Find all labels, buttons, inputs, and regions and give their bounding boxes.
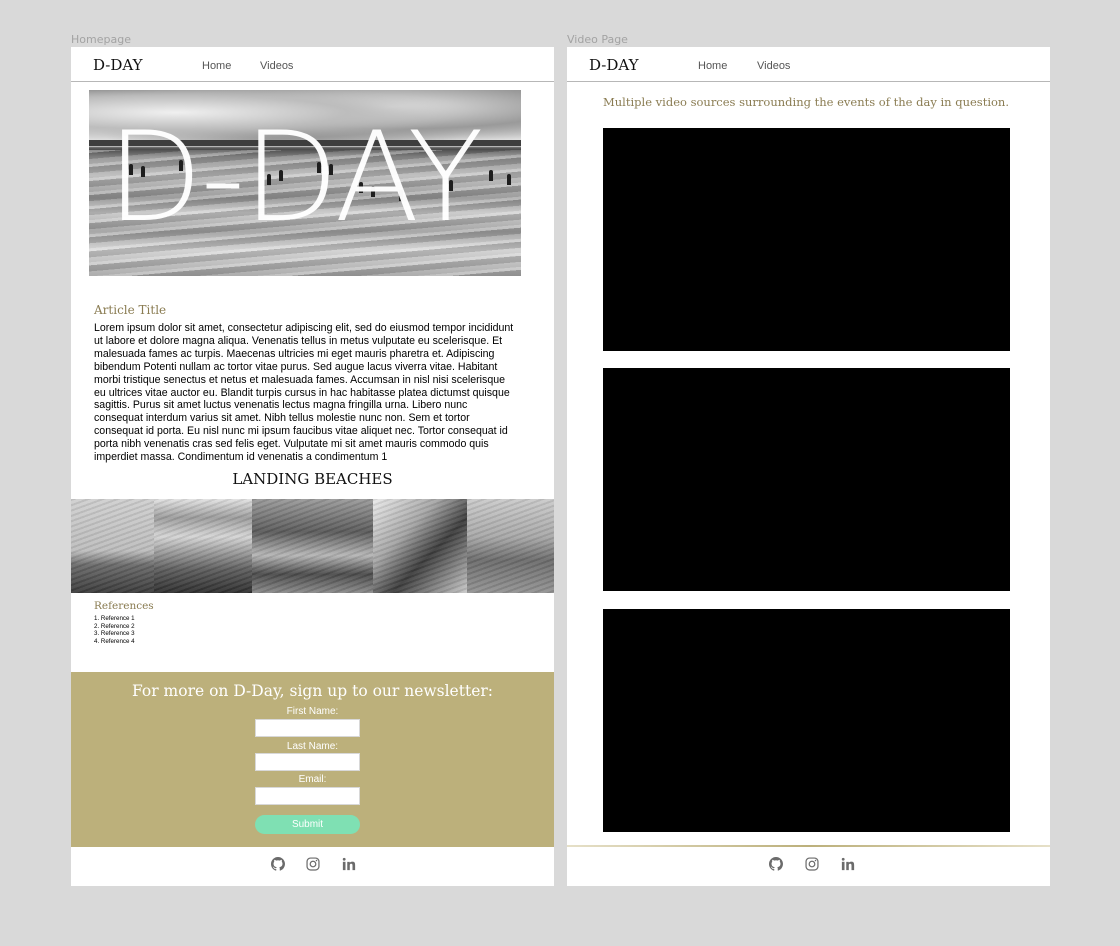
reference-item[interactable]: 4. Reference 4 (94, 638, 135, 646)
navbar: D-DAY Home Videos (567, 47, 1050, 82)
video-player[interactable] (603, 609, 1010, 832)
reference-item[interactable]: 1. Reference 1 (94, 615, 135, 623)
last-name-label: Last Name: (286, 741, 339, 752)
linkedin-icon[interactable] (342, 857, 356, 871)
gallery-photo[interactable] (154, 499, 252, 593)
newsletter-heading: For more on D-Day, sign up to our newsle… (131, 682, 493, 700)
references-list: 1. Reference 1 2. Reference 2 3. Referen… (94, 615, 135, 645)
nav-link-home[interactable]: Home (202, 60, 231, 72)
site-brand[interactable]: D-DAY (589, 56, 639, 74)
submit-button[interactable]: Submit (255, 815, 360, 834)
nav-link-home[interactable]: Home (698, 60, 727, 72)
github-icon[interactable] (271, 857, 285, 871)
first-name-label: First Name: (286, 706, 339, 717)
artboard-label-homepage: Homepage (71, 33, 131, 46)
video-player[interactable] (603, 128, 1010, 351)
email-label: Email: (298, 774, 327, 785)
instagram-icon[interactable] (306, 857, 320, 871)
site-brand[interactable]: D-DAY (93, 56, 143, 74)
navbar: D-DAY Home Videos (71, 47, 554, 82)
section-heading-landing-beaches: LANDING BEACHES (232, 470, 393, 488)
video-page-frame: D-DAY Home Videos Multiple video sources… (567, 47, 1050, 886)
instagram-icon[interactable] (805, 857, 819, 871)
linkedin-icon[interactable] (841, 857, 855, 871)
reference-item[interactable]: 3. Reference 3 (94, 630, 135, 638)
gallery-photo[interactable] (252, 499, 373, 593)
first-name-field[interactable] (255, 719, 360, 737)
references-title: References (94, 600, 154, 612)
email-field[interactable] (255, 787, 360, 805)
reference-item[interactable]: 2. Reference 2 (94, 623, 135, 631)
nav-link-videos[interactable]: Videos (260, 60, 293, 72)
video-page-intro: Multiple video sources surrounding the e… (603, 95, 1009, 109)
github-icon[interactable] (769, 857, 783, 871)
nav-link-videos[interactable]: Videos (757, 60, 790, 72)
artboard-label-video-page: Video Page (567, 33, 628, 46)
article-body: Lorem ipsum dolor sit amet, consectetur … (94, 322, 514, 464)
gallery-photo[interactable] (373, 499, 467, 593)
hero-title: D-DAY (107, 106, 483, 250)
gallery-photo[interactable] (467, 499, 554, 593)
newsletter-section: For more on D-Day, sign up to our newsle… (71, 672, 554, 847)
landing-beaches-gallery (71, 499, 554, 593)
footer (71, 847, 554, 886)
article-title: Article Title (94, 303, 167, 317)
gallery-photo[interactable] (71, 499, 154, 593)
homepage-frame: D-DAY Home Videos D-DAY Article Title Lo… (71, 47, 554, 886)
last-name-field[interactable] (255, 753, 360, 771)
video-player[interactable] (603, 368, 1010, 591)
hero-image: D-DAY (89, 90, 521, 276)
footer (567, 847, 1050, 886)
